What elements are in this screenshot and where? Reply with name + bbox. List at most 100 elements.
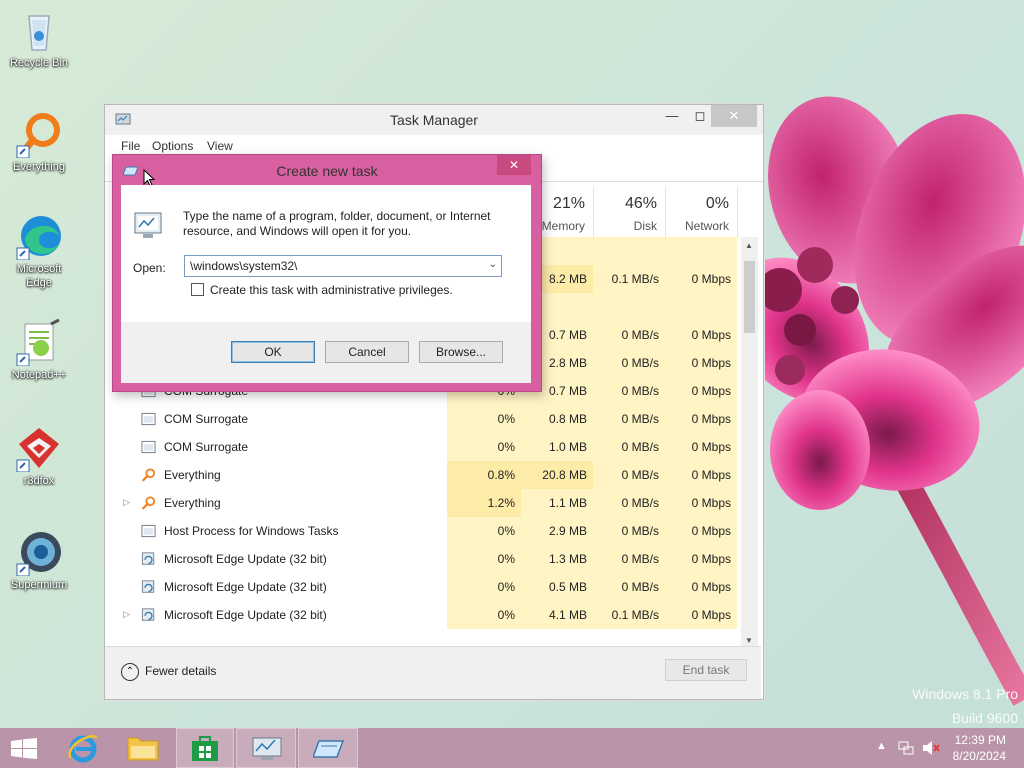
- dialog-close-button[interactable]: ✕: [497, 155, 531, 175]
- process-name: Microsoft Edge Update (32 bit): [164, 608, 327, 622]
- table-row[interactable]: Everything 0.8% 20.8 MB 0 MB/s 0 Mbps: [105, 461, 741, 489]
- network-cell: 0 Mbps: [665, 321, 737, 349]
- disk-cell: 0 MB/s: [593, 349, 665, 377]
- run-icon: [313, 740, 345, 758]
- open-combobox[interactable]: \windows\system32\ ⌄: [184, 255, 502, 277]
- checkbox-box[interactable]: [191, 283, 204, 296]
- cpu-cell: 0.8%: [447, 461, 521, 489]
- internet-explorer-icon: [68, 735, 98, 763]
- windows-logo-icon: [11, 738, 37, 759]
- end-task-button[interactable]: End task: [665, 659, 747, 681]
- notepadpp-icon: [15, 318, 63, 367]
- chevron-up-icon: ⌃: [121, 663, 139, 681]
- menu-file[interactable]: File: [121, 139, 140, 153]
- chevron-down-icon[interactable]: ⌄: [489, 259, 497, 270]
- r3dfox-icon: [15, 424, 63, 473]
- process-name: Host Process for Windows Tasks: [164, 524, 339, 538]
- table-row[interactable]: ▷ Everything 1.2% 1.1 MB 0 MB/s 0 Mbps: [105, 489, 741, 517]
- ok-button[interactable]: OK: [231, 341, 315, 363]
- table-row[interactable]: ▷ Microsoft Edge Update (32 bit) 0% 4.1 MB 0…: [105, 601, 741, 629]
- table-row[interactable]: COM Surrogate 0% 1.0 MB 0 MB/s 0 Mbps: [105, 433, 741, 461]
- disk-cell: [593, 293, 665, 321]
- disk-cell: 0.1 MB/s: [593, 601, 665, 629]
- scroll-down-arrow-icon[interactable]: ▼: [745, 636, 753, 645]
- browse-button[interactable]: Browse...: [419, 341, 503, 363]
- dialog-titlebar[interactable]: Create new task ✕: [113, 155, 541, 187]
- disk-cell: [593, 237, 665, 265]
- system-clock[interactable]: 12:39 PM 8/20/2024: [953, 732, 1006, 764]
- memory-cell: 1.1 MB: [521, 489, 593, 517]
- taskbar-task-manager[interactable]: [236, 728, 296, 768]
- desktop-icon-everything[interactable]: Everything: [4, 110, 74, 174]
- desktop-icon-r3dfox[interactable]: r3dfox: [4, 424, 74, 488]
- network-cell: 0 Mbps: [665, 377, 737, 405]
- start-button[interactable]: [0, 728, 48, 768]
- table-row[interactable]: Microsoft Edge Update (32 bit) 0% 0.5 MB 0 …: [105, 573, 741, 601]
- cpu-cell: 0%: [447, 601, 521, 629]
- close-button[interactable]: ✕: [711, 105, 757, 127]
- menu-view[interactable]: View: [207, 139, 233, 153]
- clock-date: 8/20/2024: [952, 749, 1006, 763]
- network-icon[interactable]: [898, 740, 914, 756]
- task-manager-footer: ⌃ Fewer details End task: [105, 646, 761, 699]
- column-header-disk[interactable]: 46% Disk: [593, 187, 666, 237]
- volume-muted-icon[interactable]: [922, 740, 940, 756]
- network-cell: 0 Mbps: [665, 517, 737, 545]
- network-cell: 0 Mbps: [665, 265, 737, 293]
- everything-icon: [15, 110, 63, 159]
- desktop-icon-recycle-bin[interactable]: Recycle Bin: [4, 6, 74, 70]
- table-row[interactable]: COM Surrogate 0% 0.8 MB 0 MB/s 0 Mbps: [105, 405, 741, 433]
- disk-cell: 0.1 MB/s: [593, 265, 665, 293]
- scrollbar-thumb[interactable]: [744, 261, 755, 333]
- disk-cell: 0 MB/s: [593, 377, 665, 405]
- dialog-title: Create new task: [276, 163, 378, 179]
- edge-icon: [15, 212, 63, 261]
- task-manager-icon: [252, 737, 282, 760]
- cancel-button[interactable]: Cancel: [325, 341, 409, 363]
- menu-options[interactable]: Options: [152, 139, 193, 153]
- disk-cell: 0 MB/s: [593, 573, 665, 601]
- desktop-icon-edge[interactable]: Microsoft Edge: [4, 212, 74, 290]
- process-name: Everything: [164, 496, 221, 510]
- network-cell: 0 Mbps: [665, 489, 737, 517]
- table-row[interactable]: Microsoft Edge Update (32 bit) 0% 1.3 MB 0 …: [105, 545, 741, 573]
- memory-cell: 1.0 MB: [521, 433, 593, 461]
- watermark-edition: Windows 8.1 Pro: [912, 686, 1018, 702]
- cpu-cell: 0%: [447, 573, 521, 601]
- vertical-scrollbar[interactable]: ▲ ▼: [741, 237, 758, 647]
- open-input-value[interactable]: \windows\system32\: [190, 259, 297, 273]
- menu-bar: File Options View: [105, 135, 763, 155]
- column-header-network[interactable]: 0% Network: [665, 187, 738, 237]
- watermark-build: Build 9600: [951, 710, 1018, 726]
- expand-arrow-icon[interactable]: ▷: [123, 497, 130, 508]
- network-cell: 0 Mbps: [665, 601, 737, 629]
- show-hidden-icons-chevron-icon[interactable]: ▲: [876, 740, 887, 752]
- table-row[interactable]: Host Process for Windows Tasks 0% 2.9 MB 0 …: [105, 517, 741, 545]
- desktop-icon-notepadpp[interactable]: Notepad++: [4, 318, 74, 382]
- disk-cell: 0 MB/s: [593, 489, 665, 517]
- folder-icon: [127, 737, 159, 761]
- desktop-icon-supermium[interactable]: Supermium: [4, 528, 74, 592]
- scroll-up-arrow-icon[interactable]: ▲: [745, 241, 753, 250]
- fewer-details-button[interactable]: ⌃ Fewer details: [121, 663, 216, 681]
- admin-privileges-checkbox[interactable]: Create this task with administrative pri…: [191, 283, 453, 297]
- memory-cell: 1.3 MB: [521, 545, 593, 573]
- disk-cell: 0 MB/s: [593, 517, 665, 545]
- taskbar-file-explorer[interactable]: [116, 728, 172, 768]
- task-manager-titlebar[interactable]: Task Manager — ◻ ✕: [105, 105, 763, 135]
- cpu-cell: 0%: [447, 405, 521, 433]
- taskbar-store[interactable]: [176, 728, 234, 768]
- taskbar-run-dialog[interactable]: [298, 728, 358, 768]
- network-cell: [665, 293, 737, 321]
- process-name: COM Surrogate: [164, 412, 249, 426]
- run-program-icon: [134, 212, 162, 238]
- expand-arrow-icon[interactable]: ▷: [123, 609, 130, 620]
- clock-time: 12:39 PM: [954, 733, 1006, 747]
- network-cell: 0 Mbps: [665, 349, 737, 377]
- memory-cell: 0.8 MB: [521, 405, 593, 433]
- taskbar-ie[interactable]: [56, 728, 112, 768]
- network-cell: 0 Mbps: [665, 405, 737, 433]
- disk-cell: 0 MB/s: [593, 405, 665, 433]
- memory-cell: 20.8 MB: [521, 461, 593, 489]
- taskbar: ▲ 12:39 PM 8/20/2024: [0, 728, 1024, 768]
